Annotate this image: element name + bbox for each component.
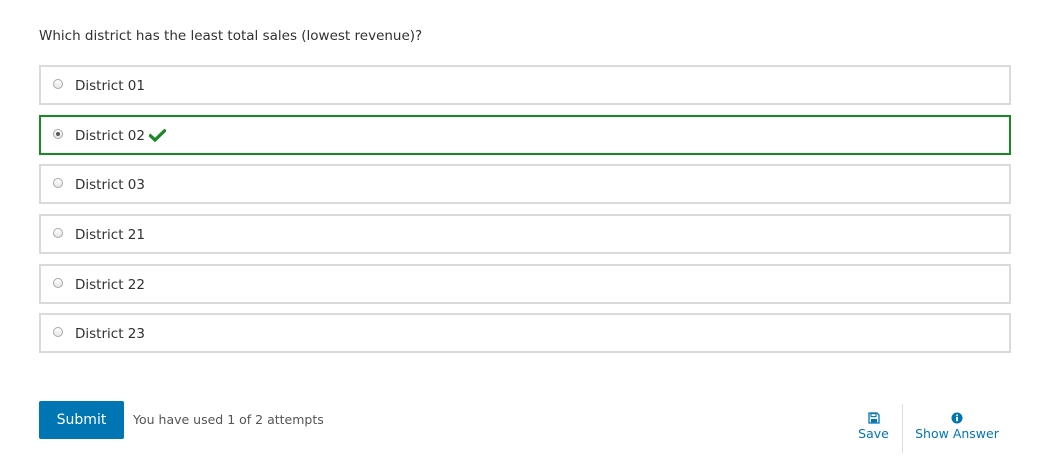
checkmark-icon: [148, 128, 167, 146]
show-answer-button[interactable]: Show Answer: [903, 404, 1011, 453]
action-bar: Submit You have used 1 of 2 attempts Sav…: [39, 401, 1011, 453]
choice-label: District 03: [75, 177, 145, 194]
choice-district-01[interactable]: District 01: [39, 65, 1011, 105]
radio-button[interactable]: [53, 178, 63, 189]
radio-button-selected[interactable]: [53, 128, 63, 139]
choice-list: District 01 District 02 District 03 Dist…: [39, 65, 1011, 363]
radio-button[interactable]: [53, 327, 63, 338]
choice-district-23[interactable]: District 23: [39, 313, 1011, 354]
save-label: Save: [858, 426, 889, 441]
show-answer-label: Show Answer: [915, 426, 999, 441]
choice-district-02[interactable]: District 02: [39, 114, 1011, 155]
choice-label: District 02: [75, 127, 145, 144]
choice-label: District 01: [75, 78, 145, 94]
floppy-disk-icon: [867, 412, 880, 426]
choice-label: District 21: [75, 227, 145, 244]
save-button[interactable]: Save: [845, 404, 903, 453]
attempts-text: You have used 1 of 2 attempts: [133, 412, 324, 427]
choice-district-22[interactable]: District 22: [39, 263, 1011, 304]
info-circle-icon: [951, 412, 963, 426]
secondary-actions: Save Show Answer: [845, 404, 1011, 453]
radio-button[interactable]: [53, 79, 63, 89]
choice-label-group: District 02: [75, 127, 167, 146]
choice-district-21[interactable]: District 21: [39, 214, 1011, 255]
choice-label: District 23: [75, 326, 145, 343]
choice-label: District 22: [75, 276, 145, 293]
choice-district-03[interactable]: District 03: [39, 164, 1011, 205]
submit-button[interactable]: Submit: [39, 401, 124, 439]
radio-button[interactable]: [53, 277, 63, 288]
radio-button[interactable]: [53, 228, 63, 239]
question-text: Which district has the least total sales…: [39, 28, 423, 44]
